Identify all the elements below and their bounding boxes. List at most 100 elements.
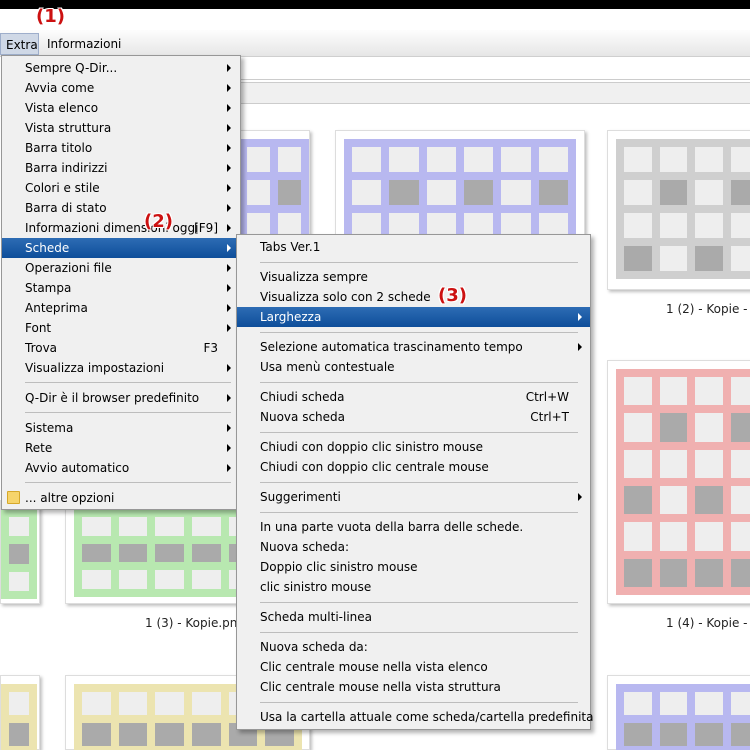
chevron-right-icon [227, 264, 231, 272]
separator [260, 702, 578, 703]
separator [260, 432, 578, 433]
menu-item-barra-stato[interactable]: Barra di stato [2, 198, 240, 218]
menu-extra[interactable]: Extra [0, 33, 39, 55]
chevron-right-icon [578, 493, 582, 501]
window-top-edge [0, 0, 750, 9]
menu-item-avvia-come[interactable]: Avvia come [2, 78, 240, 98]
menu-item-usa-menu-contestuale[interactable]: Usa menù contestuale [237, 357, 590, 377]
menu-item-operazioni-file[interactable]: Operazioni file [2, 258, 240, 278]
thumbnail[interactable] [607, 675, 750, 750]
chevron-right-icon [227, 324, 231, 332]
extra-menu: Sempre Q-Dir... Avvia come Vista elenco … [1, 55, 241, 510]
thumb-image [616, 369, 750, 595]
schede-submenu: Tabs Ver.1 Visualizza sempre Visualizza … [236, 234, 593, 730]
chevron-right-icon [227, 64, 231, 72]
separator [260, 382, 578, 383]
folder-icon [7, 491, 20, 504]
menu-item-clic-centrale-elenco[interactable]: Clic centrale mouse nella vista elenco [237, 657, 590, 677]
separator [25, 382, 231, 383]
menu-item-parte-vuota-barra[interactable]: In una parte vuota della barra delle sch… [237, 517, 590, 537]
menu-item-trova[interactable]: Trova F3 [2, 338, 240, 358]
chevron-right-icon [227, 364, 231, 372]
annotation-3: (3) [438, 285, 467, 306]
thumb-image [1, 509, 37, 599]
menu-item-vista-elenco[interactable]: Vista elenco [2, 98, 240, 118]
separator [260, 482, 578, 483]
separator [260, 262, 578, 263]
chevron-right-icon [227, 244, 231, 252]
menu-item-chiudi-doppio-clic-sinistro[interactable]: Chiudi con doppio clic sinistro mouse [237, 437, 590, 457]
menu-item-informazioni-dimensioni[interactable]: Informazioni dimensioni oggi [F9] [2, 218, 240, 238]
menu-item-rete[interactable]: Rete [2, 438, 240, 458]
menu-item-barra-indirizzi[interactable]: Barra indirizzi [2, 158, 240, 178]
separator [260, 332, 578, 333]
address-bar[interactable] [240, 58, 750, 80]
chevron-right-icon [227, 444, 231, 452]
separator [25, 412, 231, 413]
chevron-right-icon [227, 464, 231, 472]
chevron-right-icon [227, 144, 231, 152]
chevron-right-icon [227, 284, 231, 292]
menu-item-vista-struttura[interactable]: Vista struttura [2, 118, 240, 138]
thumbnail[interactable] [0, 675, 40, 750]
menu-item-nuova-scheda-label[interactable]: Nuova scheda: [237, 537, 590, 557]
menu-item-nuova-scheda-da[interactable]: Nuova scheda da: [237, 637, 590, 657]
menu-item-anteprima[interactable]: Anteprima [2, 298, 240, 318]
chevron-right-icon [227, 84, 231, 92]
menu-item-altre-opzioni[interactable]: ... altre opzioni [2, 488, 240, 508]
menu-item-clic-sinistro[interactable]: clic sinistro mouse [237, 577, 590, 597]
chevron-right-icon [578, 343, 582, 351]
separator [260, 512, 578, 513]
thumb-image [616, 684, 750, 750]
menu-item-visualizza-sempre[interactable]: Visualizza sempre [237, 267, 590, 287]
chevron-right-icon [227, 394, 231, 402]
menu-item-sistema[interactable]: Sistema [2, 418, 240, 438]
menu-item-sempre-qdir[interactable]: Sempre Q-Dir... [2, 58, 240, 78]
menu-item-visualizza-impostazioni[interactable]: Visualizza impostazioni [2, 358, 240, 378]
chevron-right-icon [227, 124, 231, 132]
thumb-image [1, 684, 37, 750]
menu-item-tabs-ver1[interactable]: Tabs Ver.1 [237, 237, 590, 257]
separator [260, 632, 578, 633]
chevron-right-icon [578, 313, 582, 321]
thumbnail[interactable] [0, 500, 40, 604]
column-header-bar [240, 82, 750, 104]
menu-item-cartella-attuale-predefinita[interactable]: Usa la cartella attuale come scheda/cart… [237, 707, 593, 727]
menu-item-selezione-automatica[interactable]: Selezione automatica trascinamento tempo [237, 337, 590, 357]
menu-item-clic-centrale-struttura[interactable]: Clic centrale mouse nella vista struttur… [237, 677, 590, 697]
menu-item-schede[interactable]: Schede [2, 238, 240, 258]
menu-bar: Extra Informazioni [0, 30, 750, 57]
thumbnail[interactable] [607, 130, 750, 290]
separator [25, 482, 231, 483]
file-label[interactable]: 1 (4) - Kopie - Ko [666, 616, 750, 630]
chevron-right-icon [227, 104, 231, 112]
chevron-right-icon [227, 164, 231, 172]
menu-item-barra-titolo[interactable]: Barra titolo [2, 138, 240, 158]
annotation-1: (1) [36, 6, 65, 27]
menu-item-larghezza[interactable]: Larghezza [237, 307, 590, 327]
menu-item-qdir-browser-predefinito[interactable]: Q-Dir è il browser predefinito [2, 388, 240, 408]
thumb-image [616, 139, 750, 279]
menu-item-chiudi-doppio-clic-centrale[interactable]: Chiudi con doppio clic centrale mouse [237, 457, 590, 477]
menu-item-stampa[interactable]: Stampa [2, 278, 240, 298]
menu-item-avvio-automatico[interactable]: Avvio automatico [2, 458, 240, 478]
separator [260, 602, 578, 603]
chevron-right-icon [227, 304, 231, 312]
menu-item-nuova-scheda[interactable]: Nuova scheda Ctrl+T [237, 407, 590, 427]
thumbnail[interactable] [607, 360, 750, 604]
menu-item-chiudi-scheda[interactable]: Chiudi scheda Ctrl+W [237, 387, 590, 407]
annotation-2: (2) [144, 211, 173, 232]
chevron-right-icon [227, 204, 231, 212]
menu-informazioni[interactable]: Informazioni [42, 33, 126, 55]
menu-item-colori-stile[interactable]: Colori e stile [2, 178, 240, 198]
menu-item-doppio-clic-sinistro[interactable]: Doppio clic sinistro mouse [237, 557, 590, 577]
file-label[interactable]: 1 (3) - Kopie.png [145, 616, 245, 630]
menu-item-font[interactable]: Font [2, 318, 240, 338]
chevron-right-icon [227, 424, 231, 432]
menu-item-visualizza-solo-2-schede[interactable]: Visualizza solo con 2 schede [237, 287, 590, 307]
menu-item-scheda-multilinea[interactable]: Scheda multi-linea [237, 607, 590, 627]
file-label[interactable]: 1 (2) - Kopie - Ko [666, 302, 750, 316]
chevron-right-icon [227, 184, 231, 192]
chevron-right-icon [227, 224, 231, 232]
menu-item-suggerimenti[interactable]: Suggerimenti [237, 487, 590, 507]
